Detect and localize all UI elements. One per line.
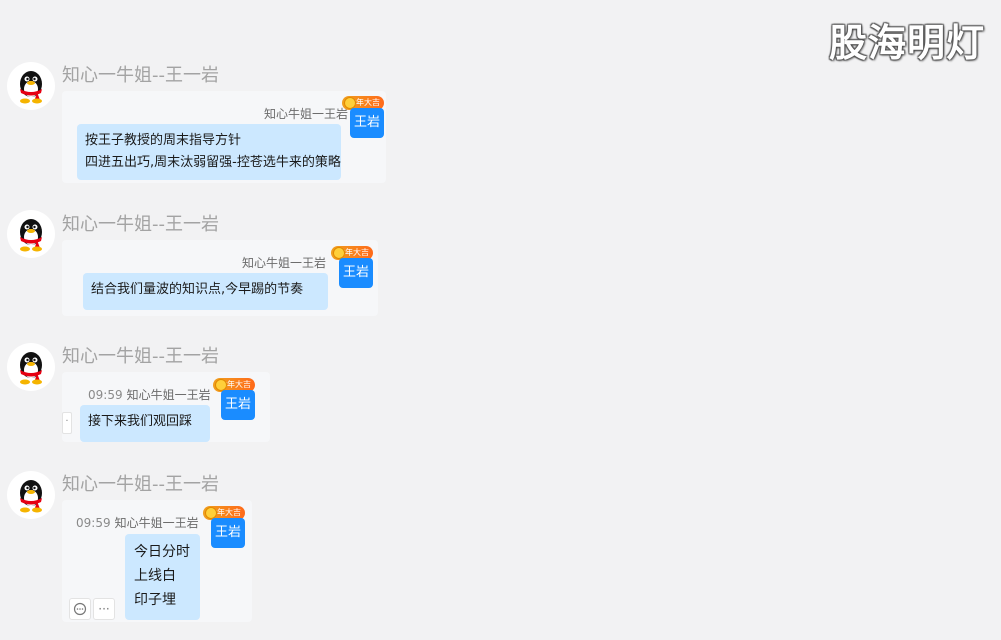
more-icon: ··· — [98, 602, 110, 616]
more-button[interactable]: ··· — [93, 598, 115, 620]
nickname: 09:59 知心牛姐一王岩 — [76, 516, 199, 530]
sender-name[interactable]: 知心一牛姐--王一岩 — [62, 342, 219, 368]
title-badge: 龙年大吉 王岩 — [203, 506, 245, 548]
reply-handle[interactable]: · — [62, 412, 72, 434]
message-bubble[interactable]: 按王子教授的周末指导方针 四进五出巧,周末汰弱留强-控苍选牛来的策略 — [77, 124, 341, 180]
penguin-icon — [20, 219, 42, 252]
sender-name[interactable]: 知心一牛姐--王一岩 — [62, 210, 219, 236]
message-card: 09:59 知心牛姐一王岩 龙年大吉 王岩 · 接下来我们观回踩 — [62, 372, 270, 442]
avatar[interactable] — [7, 62, 55, 110]
comment-button[interactable] — [69, 598, 91, 620]
penguin-icon — [20, 352, 42, 385]
message-card: 09:59 知心牛姐一王岩 龙年大吉 王岩 今日分时 上线白 印子埋 ··· — [62, 500, 252, 622]
nickname: 知心牛姐一王岩 — [242, 256, 327, 270]
title-badge: 龙年大吉 王岩 — [213, 378, 255, 420]
avatar[interactable] — [7, 210, 55, 258]
penguin-icon — [20, 71, 42, 104]
title-badge: 龙年大吉 王岩 — [342, 96, 384, 138]
sender-name[interactable]: 知心一牛姐--王一岩 — [62, 61, 219, 87]
message-bubble[interactable]: 接下来我们观回踩 — [80, 405, 210, 442]
watermark: 股海明灯 — [828, 21, 985, 65]
sender-name[interactable]: 知心一牛姐--王一岩 — [62, 470, 219, 496]
nickname: 09:59 知心牛姐一王岩 — [88, 388, 211, 402]
message-bubble[interactable]: 结合我们量波的知识点,今早踢的节奏 — [83, 273, 328, 310]
message-card: 知心牛姐一王岩 龙年大吉 王岩 结合我们量波的知识点,今早踢的节奏 — [62, 240, 378, 316]
title-badge: 龙年大吉 王岩 — [331, 246, 373, 288]
message-card: 知心牛姐一王岩 龙年大吉 王岩 按王子教授的周末指导方针 四进五出巧,周末汰弱留… — [62, 91, 386, 183]
message-bubble[interactable]: 今日分时 上线白 印子埋 — [125, 534, 200, 620]
nickname: 知心牛姐一王岩 — [264, 107, 349, 121]
comment-icon — [73, 602, 87, 616]
avatar[interactable] — [7, 471, 55, 519]
penguin-icon — [20, 480, 42, 513]
avatar[interactable] — [7, 343, 55, 391]
